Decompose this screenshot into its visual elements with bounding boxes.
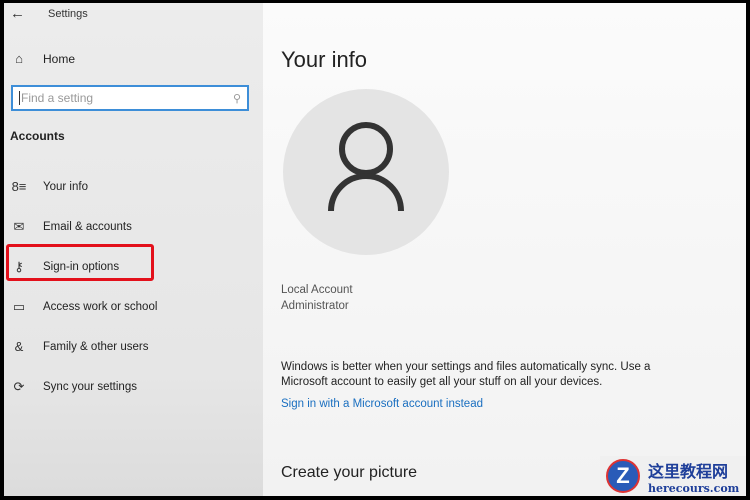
home-icon: ⌂ — [15, 51, 23, 66]
item-label: Email & accounts — [43, 221, 132, 233]
mail-icon: ✉ — [13, 219, 25, 234]
watermark-url: herecours.com — [648, 481, 740, 495]
item-label: Family & other users — [43, 340, 149, 353]
sidebar-item-your-info[interactable]: 8≡ Your info — [10, 179, 250, 194]
create-picture-heading: Create your picture — [281, 464, 418, 481]
window-title: Settings — [48, 8, 88, 20]
sidebar-item-home[interactable]: ⌂ Home — [10, 51, 75, 66]
sidebar-item-email-accounts[interactable]: ✉ Email & accounts — [10, 219, 250, 235]
main-panel: Your info Local Account Administrator Wi… — [263, 3, 746, 496]
avatar — [283, 89, 449, 255]
watermark: Z 这里教程网 herecours.com — [600, 456, 746, 496]
search-input[interactable]: Find a setting ⚲ — [11, 85, 249, 111]
watermark-cn: 这里教程网 — [648, 461, 729, 481]
person-icon — [328, 122, 404, 212]
home-label: Home — [43, 51, 76, 66]
page-title: Your info — [281, 47, 368, 72]
highlight-box — [6, 244, 154, 281]
watermark-logo: Z — [606, 459, 640, 493]
sidebar-item-access-work[interactable]: ▭ Access work or school — [10, 299, 250, 315]
sidebar-item-sync[interactable]: ⟳ Sync your settings — [10, 379, 250, 395]
back-arrow-icon[interactable]: ← — [10, 5, 25, 22]
item-label: Sync your settings — [43, 381, 137, 393]
search-placeholder: Find a setting — [19, 91, 233, 105]
account-role: Administrator — [281, 300, 349, 312]
sync-icon: ⟳ — [13, 379, 25, 394]
briefcase-icon: ▭ — [12, 299, 26, 314]
item-label: Your info — [43, 180, 88, 193]
people-icon: & — [14, 339, 24, 354]
person-list-icon: 8≡ — [11, 179, 27, 194]
settings-window: ← Settings ⌂ Home Find a setting ⚲ Accou… — [4, 3, 746, 496]
search-icon: ⚲ — [232, 92, 241, 105]
account-type: Local Account — [281, 284, 353, 296]
sync-description: Windows is better when your settings and… — [281, 361, 651, 388]
item-label: Access work or school — [43, 301, 158, 313]
section-heading: Accounts — [10, 129, 65, 143]
sidebar: ← Settings ⌂ Home Find a setting ⚲ Accou… — [4, 3, 263, 496]
sidebar-item-family[interactable]: & Family & other users — [10, 339, 250, 354]
ms-account-link[interactable]: Sign in with a Microsoft account instead — [281, 398, 483, 410]
